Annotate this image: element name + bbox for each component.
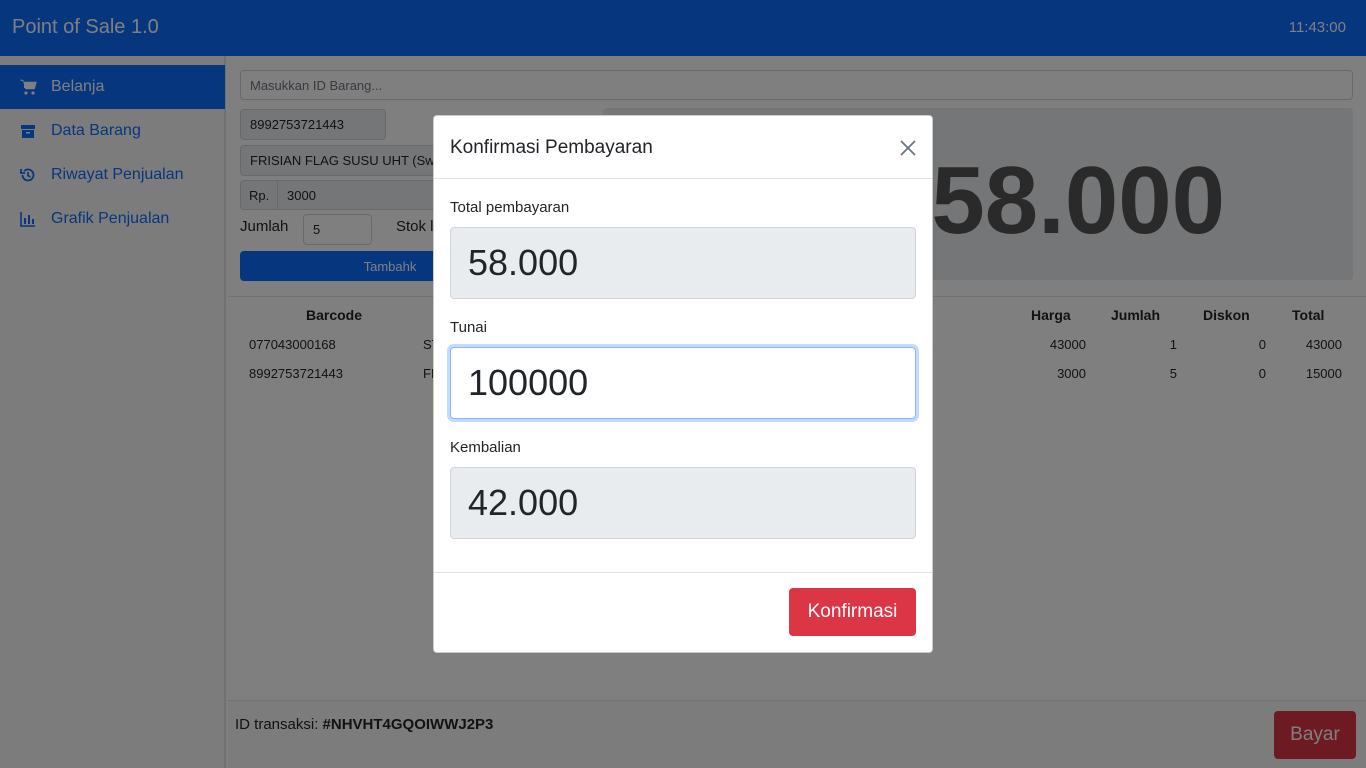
cash-input[interactable]: 100000 [450, 347, 916, 419]
change-label: Kembalian [450, 439, 521, 456]
modal-footer-divider [434, 572, 932, 573]
modal-header: Konfirmasi Pembayaran [434, 116, 932, 179]
change-field: 42.000 [450, 467, 916, 539]
confirm-button[interactable]: Konfirmasi [789, 588, 916, 636]
total-payment-label: Total pembayaran [450, 199, 570, 216]
cash-label: Tunai [450, 319, 487, 336]
close-icon[interactable] [898, 138, 918, 158]
total-payment-field: 58.000 [450, 227, 916, 299]
modal-title: Konfirmasi Pembayaran [450, 137, 653, 158]
payment-confirmation-modal: Konfirmasi Pembayaran Total pembayaran 5… [433, 115, 933, 653]
